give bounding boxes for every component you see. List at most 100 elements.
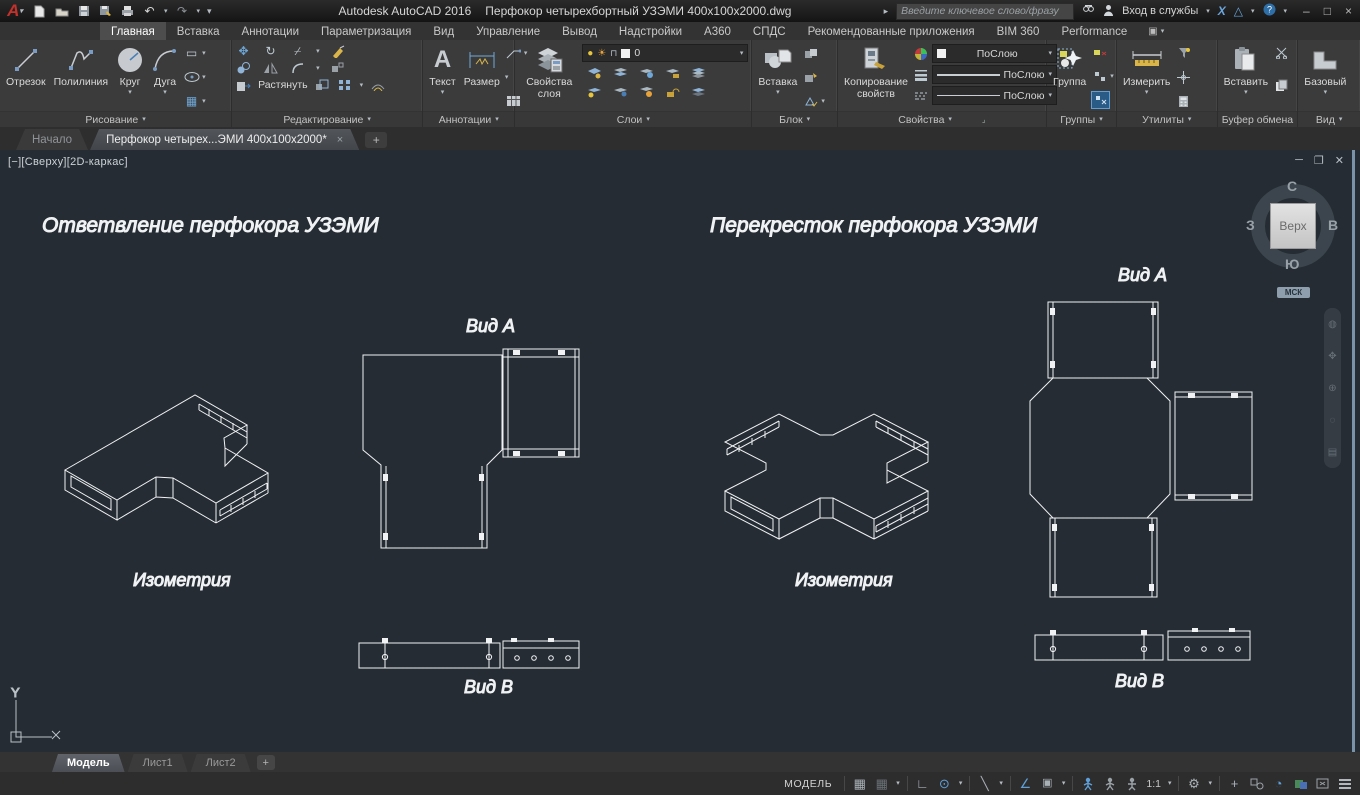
calculator-icon[interactable] <box>1175 93 1192 109</box>
layer-lock-btn-icon[interactable] <box>664 65 681 81</box>
erase-icon[interactable] <box>330 43 347 59</box>
layer-off-icon[interactable] <box>586 65 603 81</box>
logo-dropdown-icon[interactable]: ▾ <box>19 8 23 15</box>
panel-label-modify[interactable]: Редактирование ▾ <box>232 111 423 127</box>
new-drawing-tab-button[interactable]: + <box>365 132 388 148</box>
fillet-icon[interactable] <box>289 60 306 76</box>
model-tab[interactable]: Модель <box>52 754 125 772</box>
polyline-button[interactable]: Полилиния <box>51 43 112 90</box>
lineweight-select[interactable]: ПоСлою ▾ <box>931 65 1057 84</box>
search-icon[interactable] <box>1082 4 1095 18</box>
rectangle-dropdown-icon[interactable]: ▾ <box>202 50 206 57</box>
measure-button[interactable]: Измерить ▾ <box>1120 43 1173 98</box>
ellipse-dropdown-icon[interactable]: ▾ <box>202 74 206 81</box>
group-selection-toggle-icon[interactable] <box>1091 91 1111 109</box>
panel-label-properties[interactable]: Свойства ▾ ⌟ <box>837 111 1046 127</box>
search-input[interactable] <box>896 2 1075 20</box>
base-view-button[interactable]: Базовый ▾ <box>1301 43 1349 98</box>
text-button[interactable]: A Текст ▾ <box>426 43 458 98</box>
sign-in-button[interactable]: Вход в службы <box>1122 5 1198 17</box>
showmotion-icon[interactable]: ▤ <box>1328 447 1337 458</box>
stretch-icon[interactable] <box>235 77 252 93</box>
layer-match-icon[interactable] <box>690 65 707 81</box>
viewcube-south[interactable]: Ю <box>1285 256 1299 272</box>
file-tab-start[interactable]: Начало <box>16 129 88 150</box>
qat-customize-icon[interactable]: ▾ <box>207 6 212 16</box>
workspace-dropdown-icon[interactable]: ▾ <box>1208 780 1212 787</box>
rectangle-tool-icon[interactable]: ▭ <box>183 45 200 61</box>
polar-dropdown-icon[interactable]: ▾ <box>959 780 963 787</box>
file-tab-document[interactable]: Перфокор четырех...ЭМИ 400x100x2000* × <box>90 129 359 150</box>
sign-in-dropdown-icon[interactable]: ▾ <box>1206 8 1210 15</box>
rotate-icon[interactable]: ↻ <box>262 43 279 59</box>
layer-unlock-icon[interactable] <box>664 84 681 100</box>
open-file-icon[interactable] <box>54 4 69 18</box>
tab-spds[interactable]: СПДС <box>742 22 797 40</box>
layer-thaw-icon[interactable] <box>612 84 629 100</box>
annotation-scale-icon[interactable] <box>1124 775 1139 792</box>
insert-dropdown-icon[interactable]: ▾ <box>776 89 780 96</box>
properties-dialog-launcher-icon[interactable]: ⌟ <box>982 115 986 124</box>
linetype-select[interactable]: ПоСлою ▾ <box>931 86 1057 105</box>
redo-icon[interactable]: ↷ <box>175 4 190 18</box>
tab-annotate[interactable]: Аннотации <box>231 22 310 40</box>
cut-icon[interactable] <box>1273 45 1290 61</box>
match-properties-button[interactable]: Копирование свойств <box>841 43 911 102</box>
clean-screen-icon[interactable] <box>1315 775 1330 792</box>
isolate-objects-icon[interactable] <box>1249 775 1264 792</box>
grid-display-icon[interactable]: ▦ <box>852 775 867 792</box>
ucs-icon[interactable]: Y <box>10 685 61 743</box>
tab-parametric[interactable]: Параметризация <box>310 22 422 40</box>
mirror-icon[interactable] <box>262 60 279 76</box>
object-color-select[interactable]: ПоСлою ▾ <box>931 44 1057 63</box>
scale-icon[interactable] <box>314 77 331 93</box>
isodraft-icon[interactable]: ╲ <box>977 775 992 792</box>
isodraft-dropdown-icon[interactable]: ▾ <box>999 780 1003 787</box>
full-navigation-wheel-icon[interactable]: ◍ <box>1328 319 1337 330</box>
annotation-monitor-icon[interactable]: + <box>1227 775 1242 792</box>
group-edit-dropdown-icon[interactable]: ▾ <box>1110 73 1114 80</box>
copy-clip-icon[interactable] <box>1273 77 1290 93</box>
ungroup-icon[interactable] <box>1091 45 1108 61</box>
tab-performance[interactable]: Performance <box>1050 22 1138 40</box>
new-layout-button[interactable]: + <box>256 755 275 770</box>
move-icon[interactable]: ✥ <box>235 43 252 59</box>
infocenter-toggle-icon[interactable]: ▸ <box>884 6 889 16</box>
right-side-view[interactable] <box>1034 628 1251 661</box>
annotation-scale-value[interactable]: 1:1 <box>1146 778 1161 790</box>
panel-label-annotation[interactable]: Аннотации ▾ <box>423 111 515 127</box>
tab-a360[interactable]: A360 <box>693 22 742 40</box>
layer-isolate-icon[interactable] <box>612 65 629 81</box>
line-button[interactable]: Отрезок <box>3 43 49 90</box>
panel-label-view[interactable]: Вид ▾ <box>1298 111 1360 127</box>
new-file-icon[interactable] <box>32 4 47 18</box>
quick-select-icon[interactable] <box>1175 45 1192 61</box>
layer-properties-button[interactable]: Свойства слоя <box>518 43 580 102</box>
right-top-view[interactable] <box>1029 301 1253 598</box>
dimension-button[interactable]: Размер <box>461 43 503 90</box>
customization-menu-icon[interactable] <box>1337 775 1352 792</box>
snap-dropdown-icon[interactable]: ▾ <box>896 780 900 787</box>
panel-label-utilities[interactable]: Утилиты ▾ <box>1116 111 1217 127</box>
left-isometric-view[interactable] <box>63 394 269 524</box>
trim-icon[interactable]: ⌿ <box>289 43 306 59</box>
hatch-dropdown-icon[interactable]: ▾ <box>202 98 206 105</box>
model-space-drawing[interactable]: Ответвление перфокора УЗЭМИ Вид А Изомет… <box>0 150 1360 752</box>
zoom-icon[interactable]: ⊕ <box>1328 383 1336 394</box>
graphics-performance-icon[interactable] <box>1293 775 1308 792</box>
viewcube-top-face[interactable]: Верх <box>1270 203 1316 249</box>
circle-dropdown-icon[interactable]: ▾ <box>128 89 132 96</box>
panel-label-clipboard[interactable]: Буфер обмена <box>1217 111 1298 127</box>
drawing-canvas[interactable]: [−][Сверху][2D-каркас] ─ ❐ ✕ Ответвление… <box>0 150 1360 752</box>
left-side-view[interactable] <box>358 638 580 669</box>
autocad-logo[interactable]: A ▾ <box>0 0 30 22</box>
group-edit-icon[interactable] <box>1091 68 1108 84</box>
paste-dropdown-icon[interactable]: ▾ <box>1244 89 1248 96</box>
wcs-menu-button[interactable]: МСК <box>1277 287 1310 298</box>
explode-icon[interactable] <box>330 60 347 76</box>
viewcube[interactable]: С З В Ю Верх <box>1246 178 1339 272</box>
tab-manage[interactable]: Управление <box>465 22 551 40</box>
orbit-icon[interactable]: ◌ <box>1330 415 1336 426</box>
left-top-view[interactable] <box>362 348 580 549</box>
a360-icon[interactable]: △ <box>1234 4 1243 18</box>
